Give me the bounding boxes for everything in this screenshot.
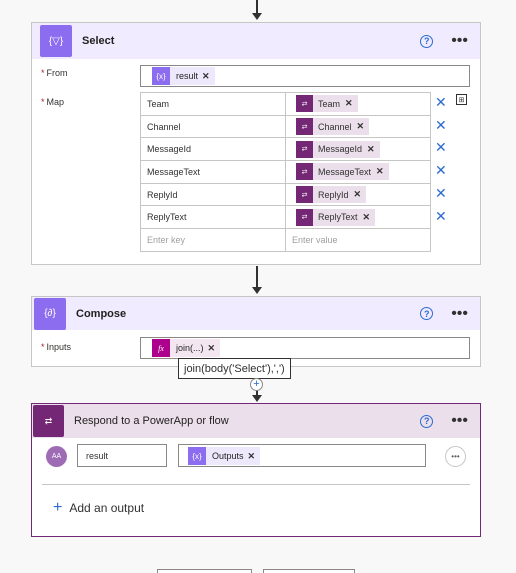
connector-arrowhead-top — [252, 13, 262, 20]
map-value-cell[interactable]: ⇄ MessageId ✕ — [285, 137, 431, 162]
compose-card-header[interactable]: {∂} Compose ? ••• — [32, 297, 480, 330]
connector-arrow-top — [256, 0, 258, 14]
map-key-cell[interactable]: Team — [140, 92, 286, 116]
remove-token-icon[interactable]: ✕ — [345, 98, 358, 109]
powerapps-icon: ⇄ — [296, 95, 313, 113]
switch-map-mode-icon[interactable]: ⊞ — [456, 94, 467, 105]
delete-row-icon[interactable]: ✕ — [435, 186, 447, 200]
remove-token-icon[interactable]: ✕ — [354, 189, 367, 200]
expression-token[interactable]: fx join(...) ✕ — [152, 339, 221, 357]
map-value-token[interactable]: ⇄ MessageText ✕ — [296, 163, 389, 181]
connector-arrowhead-1 — [252, 287, 262, 294]
remove-token-icon[interactable]: ✕ — [367, 144, 380, 155]
new-key-input[interactable]: Enter key — [140, 228, 286, 252]
inputs-label: * Inputs — [41, 342, 72, 352]
remove-token-icon[interactable]: ✕ — [248, 451, 261, 462]
map-table: Team ⇄ Team ✕ Channel ⇄ Channel ✕ MessageId ⇄ Mess… — [140, 92, 431, 252]
help-icon[interactable]: ? — [420, 307, 434, 320]
map-value-cell[interactable]: ⇄ ReplyId ✕ — [285, 182, 431, 207]
delete-row-icon[interactable]: ✕ — [435, 95, 447, 109]
new-step-button[interactable] — [157, 569, 252, 573]
map-row: Team ⇄ Team ✕ — [140, 92, 431, 116]
connector-arrowhead-2 — [252, 395, 262, 402]
variable-icon: {x} — [152, 67, 170, 85]
respond-action-card: ⇄ Respond to a PowerApp or flow ? ••• AA… — [31, 403, 481, 537]
respond-card-header[interactable]: ⇄ Respond to a PowerApp or flow ? ••• — [32, 404, 480, 438]
remove-token-icon[interactable]: ✕ — [202, 71, 215, 82]
select-card-header[interactable]: {▽} Select ? ••• — [32, 23, 480, 59]
expression-tooltip: join(body('Select'),',') — [178, 358, 291, 379]
output-type-avatar: AA — [46, 446, 67, 467]
delete-row-icon[interactable]: ✕ — [435, 118, 447, 132]
map-label: * Map — [41, 97, 65, 107]
delete-row-icon[interactable]: ✕ — [435, 209, 447, 223]
select-action-card: {▽} Select ? ••• * From {x} result ✕ * Map… — [31, 22, 481, 265]
connector-arrow-1 — [256, 266, 258, 288]
map-key-cell[interactable]: MessageId — [140, 137, 286, 162]
select-card-title: Select — [82, 35, 115, 47]
powerapps-icon: ⇄ — [296, 140, 313, 158]
map-key-cell[interactable]: ReplyText — [140, 205, 286, 230]
save-button[interactable] — [263, 569, 355, 573]
map-value-cell[interactable]: ⇄ Channel ✕ — [285, 114, 431, 139]
map-value-token[interactable]: ⇄ ReplyId ✕ — [296, 186, 367, 204]
remove-token-icon[interactable]: ✕ — [357, 121, 370, 132]
add-output-button[interactable]: + Add an output — [53, 500, 144, 516]
help-icon[interactable]: ? — [420, 414, 434, 428]
map-key-cell[interactable]: MessageText — [140, 160, 286, 184]
more-options-icon[interactable]: ••• — [451, 33, 468, 49]
remove-token-icon[interactable]: ✕ — [363, 212, 376, 223]
remove-token-icon[interactable]: ✕ — [208, 343, 221, 354]
powerapps-icon: ⇄ — [296, 118, 313, 136]
respond-card-title: Respond to a PowerApp or flow — [74, 415, 229, 427]
map-value-cell[interactable]: ⇄ ReplyText ✕ — [285, 205, 431, 230]
outputs-token[interactable]: {x} Outputs ✕ — [188, 447, 261, 465]
more-options-icon[interactable]: ••• — [451, 305, 468, 322]
compose-card-title: Compose — [76, 307, 127, 320]
powerapps-icon: ⇄ — [296, 163, 313, 181]
map-key-cell[interactable]: ReplyId — [140, 182, 286, 207]
map-value-token[interactable]: ⇄ Channel ✕ — [296, 118, 370, 136]
map-row: MessageId ⇄ MessageId ✕ — [140, 137, 431, 162]
map-key-cell[interactable]: Channel — [140, 114, 286, 139]
map-value-token[interactable]: ⇄ MessageId ✕ — [296, 140, 380, 158]
powerapps-icon: ⇄ — [33, 405, 64, 437]
output-name-input[interactable]: result — [77, 444, 167, 467]
plus-icon: + — [53, 499, 63, 516]
variable-icon: {x} — [188, 447, 206, 465]
delete-row-icon[interactable]: ✕ — [435, 140, 447, 154]
map-row: MessageText ⇄ MessageText ✕ — [140, 160, 431, 184]
map-row: Channel ⇄ Channel ✕ — [140, 114, 431, 139]
from-label: * From — [41, 68, 68, 78]
fx-icon: fx — [152, 339, 170, 357]
output-more-options-icon[interactable]: ••• — [445, 446, 466, 467]
divider — [42, 484, 470, 485]
new-value-input[interactable]: Enter value — [285, 228, 431, 252]
map-value-token[interactable]: ⇄ ReplyText ✕ — [296, 208, 376, 226]
help-icon[interactable]: ? — [420, 34, 434, 48]
more-options-icon[interactable]: ••• — [451, 413, 468, 429]
insert-step-plus-icon[interactable]: + — [250, 378, 263, 391]
map-row: ReplyText ⇄ ReplyText ✕ — [140, 205, 431, 230]
delete-row-icon[interactable]: ✕ — [435, 163, 447, 177]
map-value-cell[interactable]: ⇄ Team ✕ — [285, 92, 431, 116]
map-value-token[interactable]: ⇄ Team ✕ — [296, 95, 358, 113]
powerapps-icon: ⇄ — [296, 186, 313, 204]
powerapps-icon: ⇄ — [296, 208, 313, 226]
map-value-cell[interactable]: ⇄ MessageText ✕ — [285, 160, 431, 184]
from-token[interactable]: {x} result ✕ — [152, 67, 215, 85]
compose-action-card: {∂} Compose ? ••• * Inputs fx join(...) ✕ — [31, 296, 481, 367]
map-row-new: Enter key Enter value — [140, 228, 431, 252]
select-action-icon: {▽} — [40, 25, 72, 57]
compose-action-icon: {∂} — [34, 297, 66, 330]
map-row: ReplyId ⇄ ReplyId ✕ — [140, 182, 431, 207]
remove-token-icon[interactable]: ✕ — [376, 166, 389, 177]
